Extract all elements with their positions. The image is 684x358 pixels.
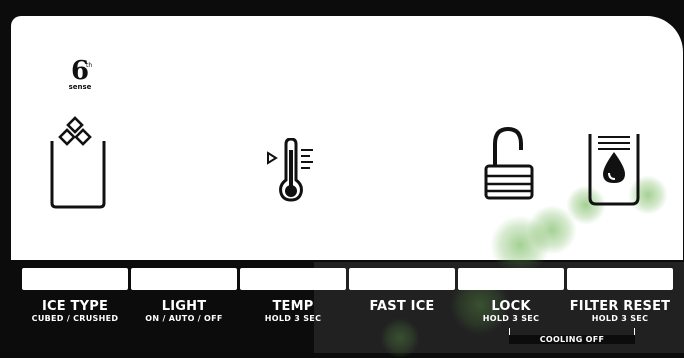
ice-bucket-icon bbox=[50, 116, 106, 209]
light-button[interactable] bbox=[131, 268, 237, 290]
sixth-suffix: th bbox=[86, 62, 93, 69]
fast-ice-button[interactable] bbox=[349, 268, 455, 290]
display-screen bbox=[11, 16, 683, 260]
sixth-sense-logo: 6 th sense bbox=[60, 58, 100, 100]
light-label: LIGHT ON / AUTO / OFF bbox=[123, 299, 245, 324]
ice-type-title: ICE TYPE bbox=[41, 299, 109, 314]
temp-title: TEMP bbox=[272, 299, 314, 314]
lock-label: LOCK HOLD 3 SEC bbox=[450, 299, 572, 324]
sixth-number: 6 bbox=[70, 56, 90, 86]
padlock-open-icon bbox=[484, 126, 534, 200]
filter-reset-label: FILTER RESET HOLD 3 SEC bbox=[559, 299, 681, 324]
ice-type-subtitle: CUBED / CRUSHED bbox=[31, 314, 119, 323]
lock-button[interactable] bbox=[458, 268, 564, 290]
light-subtitle: ON / AUTO / OFF bbox=[145, 314, 223, 323]
filter-reset-button[interactable] bbox=[567, 268, 673, 290]
sixth-word: sense bbox=[68, 83, 92, 91]
temp-label: TEMP HOLD 3 SEC bbox=[232, 299, 354, 324]
lock-title: LOCK bbox=[491, 299, 531, 314]
temp-button[interactable] bbox=[240, 268, 346, 290]
filter-reset-subtitle: HOLD 3 SEC bbox=[591, 314, 649, 323]
light-title: LIGHT bbox=[161, 299, 207, 314]
lock-subtitle: HOLD 3 SEC bbox=[482, 314, 540, 323]
ice-type-label: ICE TYPE CUBED / CRUSHED bbox=[14, 299, 136, 324]
ice-type-button[interactable] bbox=[22, 268, 128, 290]
temp-subtitle: HOLD 3 SEC bbox=[264, 314, 322, 323]
fast-ice-title: FAST ICE bbox=[369, 299, 435, 314]
filter-reset-title: FILTER RESET bbox=[569, 299, 671, 314]
water-filter-icon bbox=[588, 134, 640, 206]
fast-ice-label: FAST ICE bbox=[341, 299, 463, 314]
thermometer-icon bbox=[267, 138, 313, 202]
cooling-off-label: COOLING OFF bbox=[509, 335, 635, 344]
